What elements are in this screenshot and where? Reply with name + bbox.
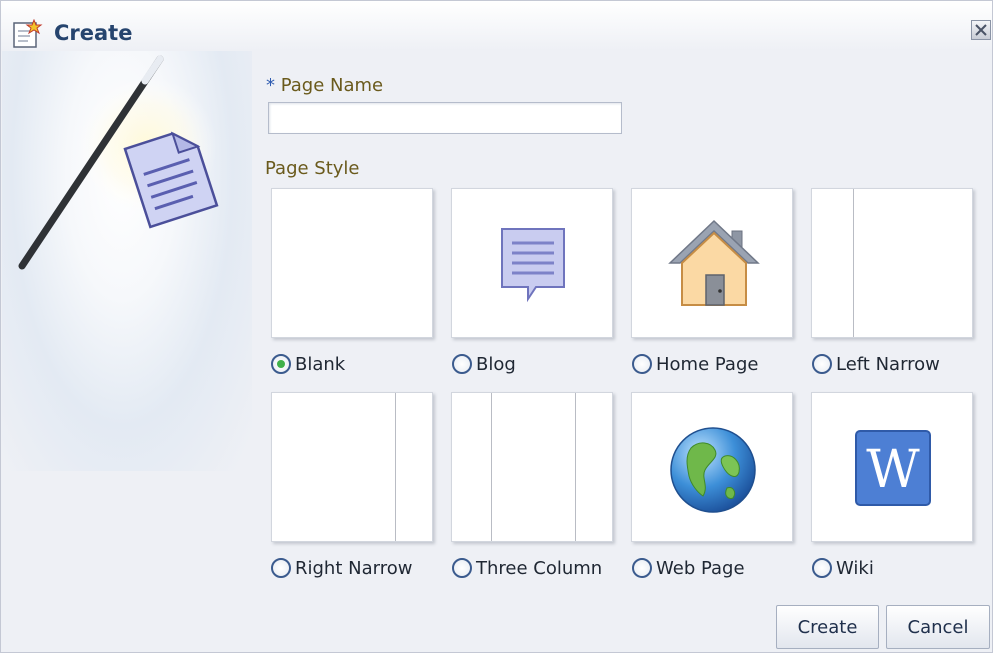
create-button[interactable]: Create: [776, 605, 879, 649]
style-label-wiki: Wiki: [836, 557, 874, 579]
style-tile-blank[interactable]: [271, 188, 433, 338]
style-label-left-narrow: Left Narrow: [836, 353, 940, 375]
radio-left-narrow[interactable]: [812, 354, 832, 374]
style-tile-wiki[interactable]: W: [811, 392, 973, 542]
three-column-divider-right: [575, 393, 576, 541]
radio-wiki[interactable]: [812, 558, 832, 578]
style-tile-left-narrow[interactable]: [811, 188, 973, 338]
cancel-button[interactable]: Cancel: [886, 605, 990, 649]
radio-blog[interactable]: [452, 354, 472, 374]
style-option-left-narrow[interactable]: Left Narrow: [812, 351, 940, 377]
dialog-titlebar: Create: [1, 1, 992, 51]
page-name-input[interactable]: [268, 102, 622, 134]
style-label-right-narrow: Right Narrow: [295, 557, 413, 579]
style-label-blank: Blank: [295, 353, 346, 375]
radio-right-narrow[interactable]: [271, 558, 291, 578]
style-label-three-column: Three Column: [476, 557, 603, 579]
radio-three-column[interactable]: [452, 558, 472, 578]
style-option-three-column[interactable]: Three Column: [452, 555, 602, 581]
left-narrow-divider: [853, 189, 854, 337]
create-dialog: Create * Page Name Page Style Blank Blog…: [0, 0, 993, 653]
close-button[interactable]: [971, 20, 991, 40]
three-column-divider-left: [491, 393, 492, 541]
svg-text:W: W: [866, 440, 920, 500]
new-page-icon: [12, 18, 44, 49]
radio-home-page[interactable]: [632, 354, 652, 374]
radio-blank[interactable]: [271, 354, 291, 374]
style-option-blank[interactable]: Blank: [271, 351, 345, 377]
style-tile-blog[interactable]: [451, 188, 613, 338]
page-style-label: Page Style: [265, 158, 360, 179]
style-option-wiki[interactable]: Wiki: [812, 555, 874, 581]
style-tile-right-narrow[interactable]: [271, 392, 433, 542]
magic-wand-illustration: [2, 51, 252, 471]
style-label-blog: Blog: [476, 353, 516, 375]
style-tile-three-column[interactable]: [451, 392, 613, 542]
page-name-label: * Page Name: [266, 75, 383, 96]
required-marker: *: [266, 75, 275, 96]
page-name-label-text: Page Name: [280, 75, 384, 96]
style-option-home-page[interactable]: Home Page: [632, 351, 758, 377]
style-label-home-page: Home Page: [656, 353, 759, 375]
radio-web-page[interactable]: [632, 558, 652, 578]
style-tile-web-page[interactable]: [631, 392, 793, 542]
style-option-web-page[interactable]: Web Page: [632, 555, 745, 581]
style-tile-home-page[interactable]: [631, 188, 793, 338]
right-narrow-divider: [395, 393, 396, 541]
style-label-web-page: Web Page: [656, 557, 745, 579]
dialog-title: Create: [54, 21, 133, 45]
style-option-blog[interactable]: Blog: [452, 351, 516, 377]
style-option-right-narrow[interactable]: Right Narrow: [271, 555, 412, 581]
